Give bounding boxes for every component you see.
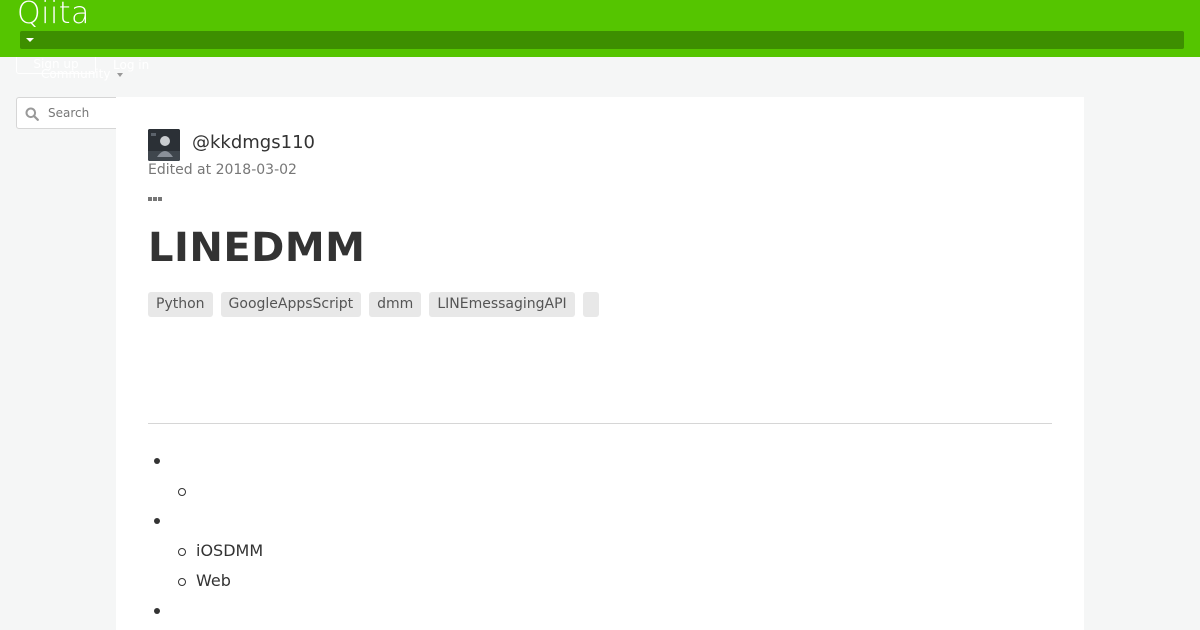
toc-item[interactable]: Web xyxy=(148,567,1028,597)
nav-dropdown-bar[interactable] xyxy=(20,31,1184,49)
bullet-circle-icon xyxy=(178,548,186,556)
bullet-disc-icon xyxy=(154,608,160,614)
bullet-circle-icon xyxy=(178,578,186,586)
tag-item[interactable] xyxy=(582,292,599,317)
article-title: LINEDMM xyxy=(148,225,366,271)
qiita-logo[interactable]: Qiita xyxy=(17,0,90,31)
author-username[interactable]: @kkdmgs110 xyxy=(192,132,315,153)
toc-item[interactable] xyxy=(148,447,1028,477)
toc-item-label: Web xyxy=(196,571,231,590)
toc-item[interactable]: iOSDMM xyxy=(148,537,1028,567)
tag-item[interactable]: LINEmessagingAPI xyxy=(429,292,575,317)
community-menu[interactable]: Community xyxy=(41,67,110,81)
more-options-icon[interactable] xyxy=(148,186,163,205)
bullet-disc-icon xyxy=(154,458,160,464)
tag-item[interactable]: dmm xyxy=(369,292,422,317)
bullet-circle-icon xyxy=(178,488,186,496)
avatar-image xyxy=(148,129,180,161)
community-caret-icon xyxy=(117,73,123,77)
article-panel: @kkdmgs110 Edited at 2018-03-02 LINEDMM … xyxy=(116,97,1084,630)
toc-item[interactable] xyxy=(148,477,1028,507)
toc-item-label: iOSDMM xyxy=(196,541,264,560)
avatar[interactable] xyxy=(148,129,180,161)
bullet-disc-icon xyxy=(154,518,160,524)
tag-item[interactable]: Python xyxy=(148,292,213,317)
edited-date: Edited at 2018-03-02 xyxy=(148,162,297,178)
tag-list: Python GoogleAppsScript dmm LINEmessagin… xyxy=(148,292,599,317)
tag-item[interactable]: GoogleAppsScript xyxy=(220,292,362,317)
toc-item[interactable] xyxy=(148,597,1028,627)
caret-down-icon xyxy=(26,38,34,42)
search-icon xyxy=(25,107,39,121)
toc-item[interactable] xyxy=(148,507,1028,537)
login-link[interactable]: Log in xyxy=(113,58,149,72)
table-of-contents: iOSDMM Web xyxy=(148,447,1028,627)
global-header: Qiita xyxy=(0,0,1200,57)
divider xyxy=(148,423,1052,424)
